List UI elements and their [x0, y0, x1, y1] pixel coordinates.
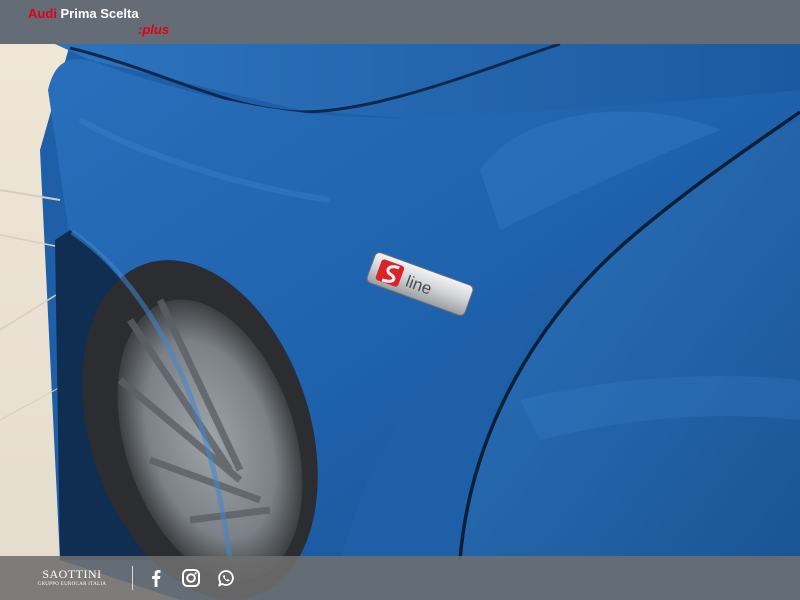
- dealer-logo: SAOTTINI GRUPPO EUROCAR ITALIA: [24, 568, 120, 589]
- brand-header-bar: Audi Prima Scelta :plus: [0, 0, 800, 44]
- dealer-name: SAOTTINI: [42, 567, 102, 581]
- brand-prima-scelta-text: Prima Scelta: [60, 6, 139, 21]
- brand-plus-text: :plus: [138, 22, 170, 37]
- brand-logo-text: Audi Prima Scelta: [28, 6, 139, 21]
- brand-audi-text: Audi: [28, 6, 57, 21]
- car-fender-photo: line: [0, 0, 800, 600]
- dealer-footer-bar: SAOTTINI GRUPPO EUROCAR ITALIA: [0, 556, 800, 600]
- listing-photo-stage: line Audi Prima Scelta :plus SAOTTINI GR…: [0, 0, 800, 600]
- dealer-subtitle: GRUPPO EUROCAR ITALIA: [37, 582, 107, 587]
- instagram-icon[interactable]: [180, 567, 202, 589]
- whatsapp-icon[interactable]: [215, 567, 237, 589]
- footer-divider: [132, 566, 133, 590]
- facebook-icon[interactable]: [145, 567, 167, 589]
